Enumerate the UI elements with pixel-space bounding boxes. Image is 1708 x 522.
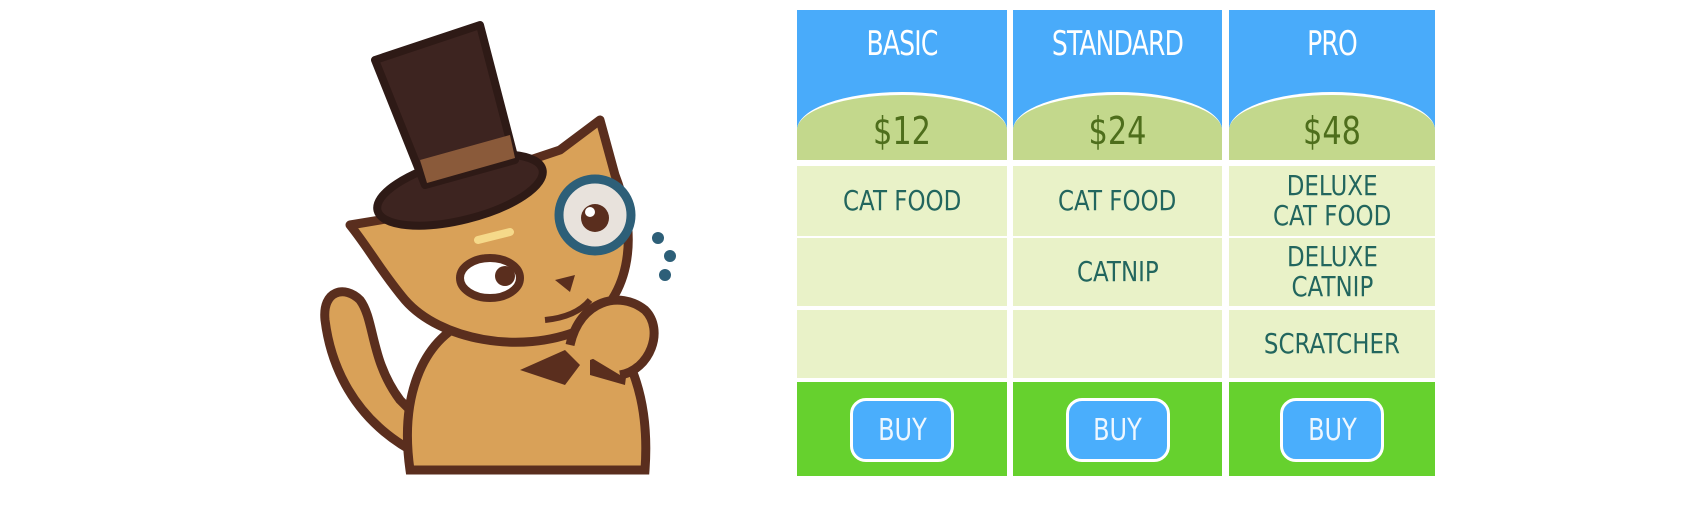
feature-cell <box>1013 310 1222 378</box>
feature-cell <box>797 238 1007 306</box>
buy-row: BUY <box>1013 382 1222 476</box>
plan-name: STANDARD <box>1051 24 1184 64</box>
feature-cell: CAT FOOD <box>1013 166 1222 236</box>
plan-price: $12 <box>872 109 932 153</box>
buy-row: BUY <box>797 382 1007 476</box>
feature-cell: CATNIP <box>1013 238 1222 306</box>
plan-header: PRO $48 <box>1229 10 1435 160</box>
plan-column-pro: PRO $48 DELUXE CAT FOOD DELUXE CATNIP SC… <box>1229 10 1435 476</box>
plan-name: BASIC <box>866 24 938 64</box>
buy-button-standard[interactable]: BUY <box>1065 398 1170 462</box>
plan-name: PRO <box>1307 24 1358 64</box>
plan-price-area: $12 <box>797 92 1007 160</box>
feature-cell: DELUXE CAT FOOD <box>1229 166 1435 236</box>
plan-price: $48 <box>1302 109 1362 153</box>
plan-price-area: $48 <box>1229 92 1435 160</box>
plan-price-area: $24 <box>1013 92 1222 160</box>
buy-button-basic[interactable]: BUY <box>850 398 954 462</box>
plan-header: BASIC $12 <box>797 10 1007 160</box>
plan-price: $24 <box>1088 109 1147 153</box>
feature-cell: SCRATCHER <box>1229 310 1435 378</box>
pricing-table: BASIC $12 CAT FOOD BUY STANDARD $24 CAT … <box>797 10 1435 476</box>
feature-cell <box>797 310 1007 378</box>
feature-cell: CAT FOOD <box>797 166 1007 236</box>
buy-row: BUY <box>1229 382 1435 476</box>
plan-column-basic: BASIC $12 CAT FOOD BUY <box>797 10 1007 476</box>
feature-cell: DELUXE CATNIP <box>1229 238 1435 306</box>
plan-header: STANDARD $24 <box>1013 10 1222 160</box>
plan-column-standard: STANDARD $24 CAT FOOD CATNIP BUY <box>1013 10 1222 476</box>
buy-button-pro[interactable]: BUY <box>1280 398 1384 462</box>
cat-illustration <box>320 21 676 475</box>
